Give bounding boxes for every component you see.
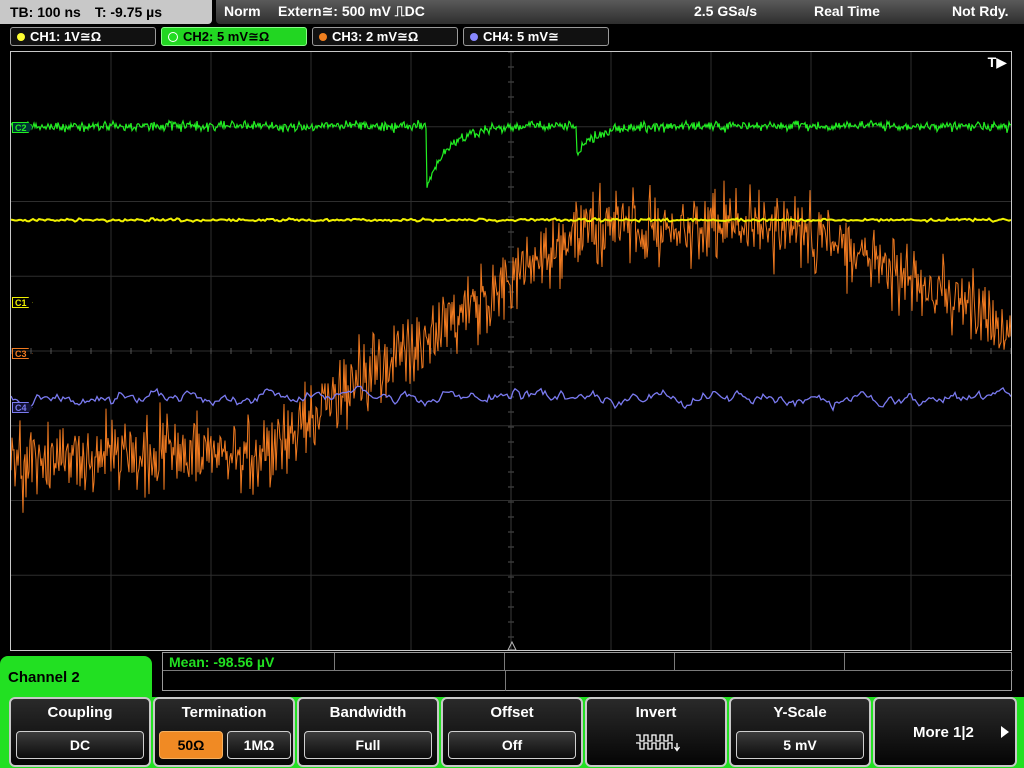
yscale-label: Y-Scale [773, 704, 827, 721]
tab-channel-1-label: CH1: 1V≅Ω [30, 28, 102, 44]
tab-channel-2[interactable]: CH2: 5 mV≅Ω [161, 27, 307, 46]
trigger-time-value: T: -9.75 µs [94, 4, 163, 20]
measurement-cell [675, 653, 845, 671]
coupling-value[interactable]: DC [16, 731, 144, 759]
measurement-cell [335, 653, 505, 671]
graticule [11, 52, 1011, 650]
status-bar: TB: 100 ns T: -9.75 µs Norm Extern≅: 500… [0, 0, 1024, 26]
trigger-marker-icon[interactable]: T▶ [988, 54, 1007, 71]
timebase-value: TB: 100 ns [10, 4, 81, 20]
sample-rate: 2.5 GSa/s [694, 3, 758, 19]
tab-channel-2-label: CH2: 5 mV≅Ω [183, 28, 270, 44]
offset-label: Offset [490, 704, 534, 721]
termination-label: Termination [181, 704, 267, 721]
more-softkey[interactable]: More 1|2 [873, 697, 1017, 767]
channel-3-color-icon [319, 32, 327, 41]
trigger-position-icon [507, 640, 517, 650]
coupling-label: Coupling [47, 704, 113, 721]
tab-channel-3[interactable]: CH3: 2 mV≅Ω [312, 27, 458, 46]
timebase-display[interactable]: TB: 100 ns T: -9.75 µs [0, 0, 212, 24]
invert-label: Invert [635, 704, 677, 721]
tab-channel-3-label: CH3: 2 mV≅Ω [332, 28, 419, 44]
measurement-cell [845, 653, 1013, 671]
acquisition-mode: Real Time [814, 3, 880, 19]
measurement-panel[interactable]: Mean: -98.56 µV [162, 652, 1013, 691]
offset-softkey[interactable]: Offset Off [441, 697, 583, 767]
termination-50ohm-option[interactable]: 50Ω [159, 731, 223, 759]
tab-channel-4-label: CH4: 5 mV≅ [483, 28, 559, 44]
trigger-mode: Norm [224, 3, 261, 19]
coupling-softkey[interactable]: Coupling DC [9, 697, 151, 767]
channel-4-color-icon [470, 32, 478, 41]
channel-1-color-icon [17, 32, 25, 41]
invert-softkey[interactable]: Invert [585, 697, 727, 767]
channel-3-marker[interactable]: C3 [12, 348, 33, 359]
menu-title: Channel 2 [0, 656, 152, 698]
tab-channel-4[interactable]: CH4: 5 mV≅ [463, 27, 609, 46]
tab-channel-1[interactable]: CH1: 1V≅Ω [10, 27, 156, 46]
termination-1mohm-option[interactable]: 1MΩ [227, 731, 291, 759]
channel-4-marker[interactable]: C4 [12, 402, 33, 413]
termination-softkey[interactable]: Termination 50Ω 1MΩ [153, 697, 295, 767]
waveform-display[interactable]: T▶ C2 C1 C3 C4 [10, 51, 1012, 651]
offset-value[interactable]: Off [448, 731, 576, 759]
measurement-cell [505, 653, 675, 671]
measurement-mean: Mean: -98.56 µV [169, 654, 275, 670]
bandwidth-softkey[interactable]: Bandwidth Full [297, 697, 439, 767]
trigger-source: Extern≅: 500 mV ⎍DC [278, 3, 425, 19]
channel-2-marker[interactable]: C2 [12, 122, 33, 133]
acquisition-state: Not Rdy. [952, 3, 1009, 19]
trigger-info[interactable]: Norm Extern≅: 500 mV ⎍DC 2.5 GSa/s Real … [216, 0, 1024, 24]
bandwidth-label: Bandwidth [329, 704, 407, 721]
channel-2-color-icon [168, 31, 178, 42]
invert-waveform-icon [636, 734, 681, 752]
more-label: More 1|2 [913, 724, 974, 741]
measurement-divider [505, 671, 506, 691]
yscale-softkey[interactable]: Y-Scale 5 mV [729, 697, 871, 767]
right-arrow-icon [1001, 726, 1009, 738]
yscale-value[interactable]: 5 mV [736, 731, 864, 759]
bandwidth-value[interactable]: Full [304, 731, 432, 759]
channel-1-marker[interactable]: C1 [12, 297, 33, 308]
waveform-canvas [11, 52, 1011, 650]
